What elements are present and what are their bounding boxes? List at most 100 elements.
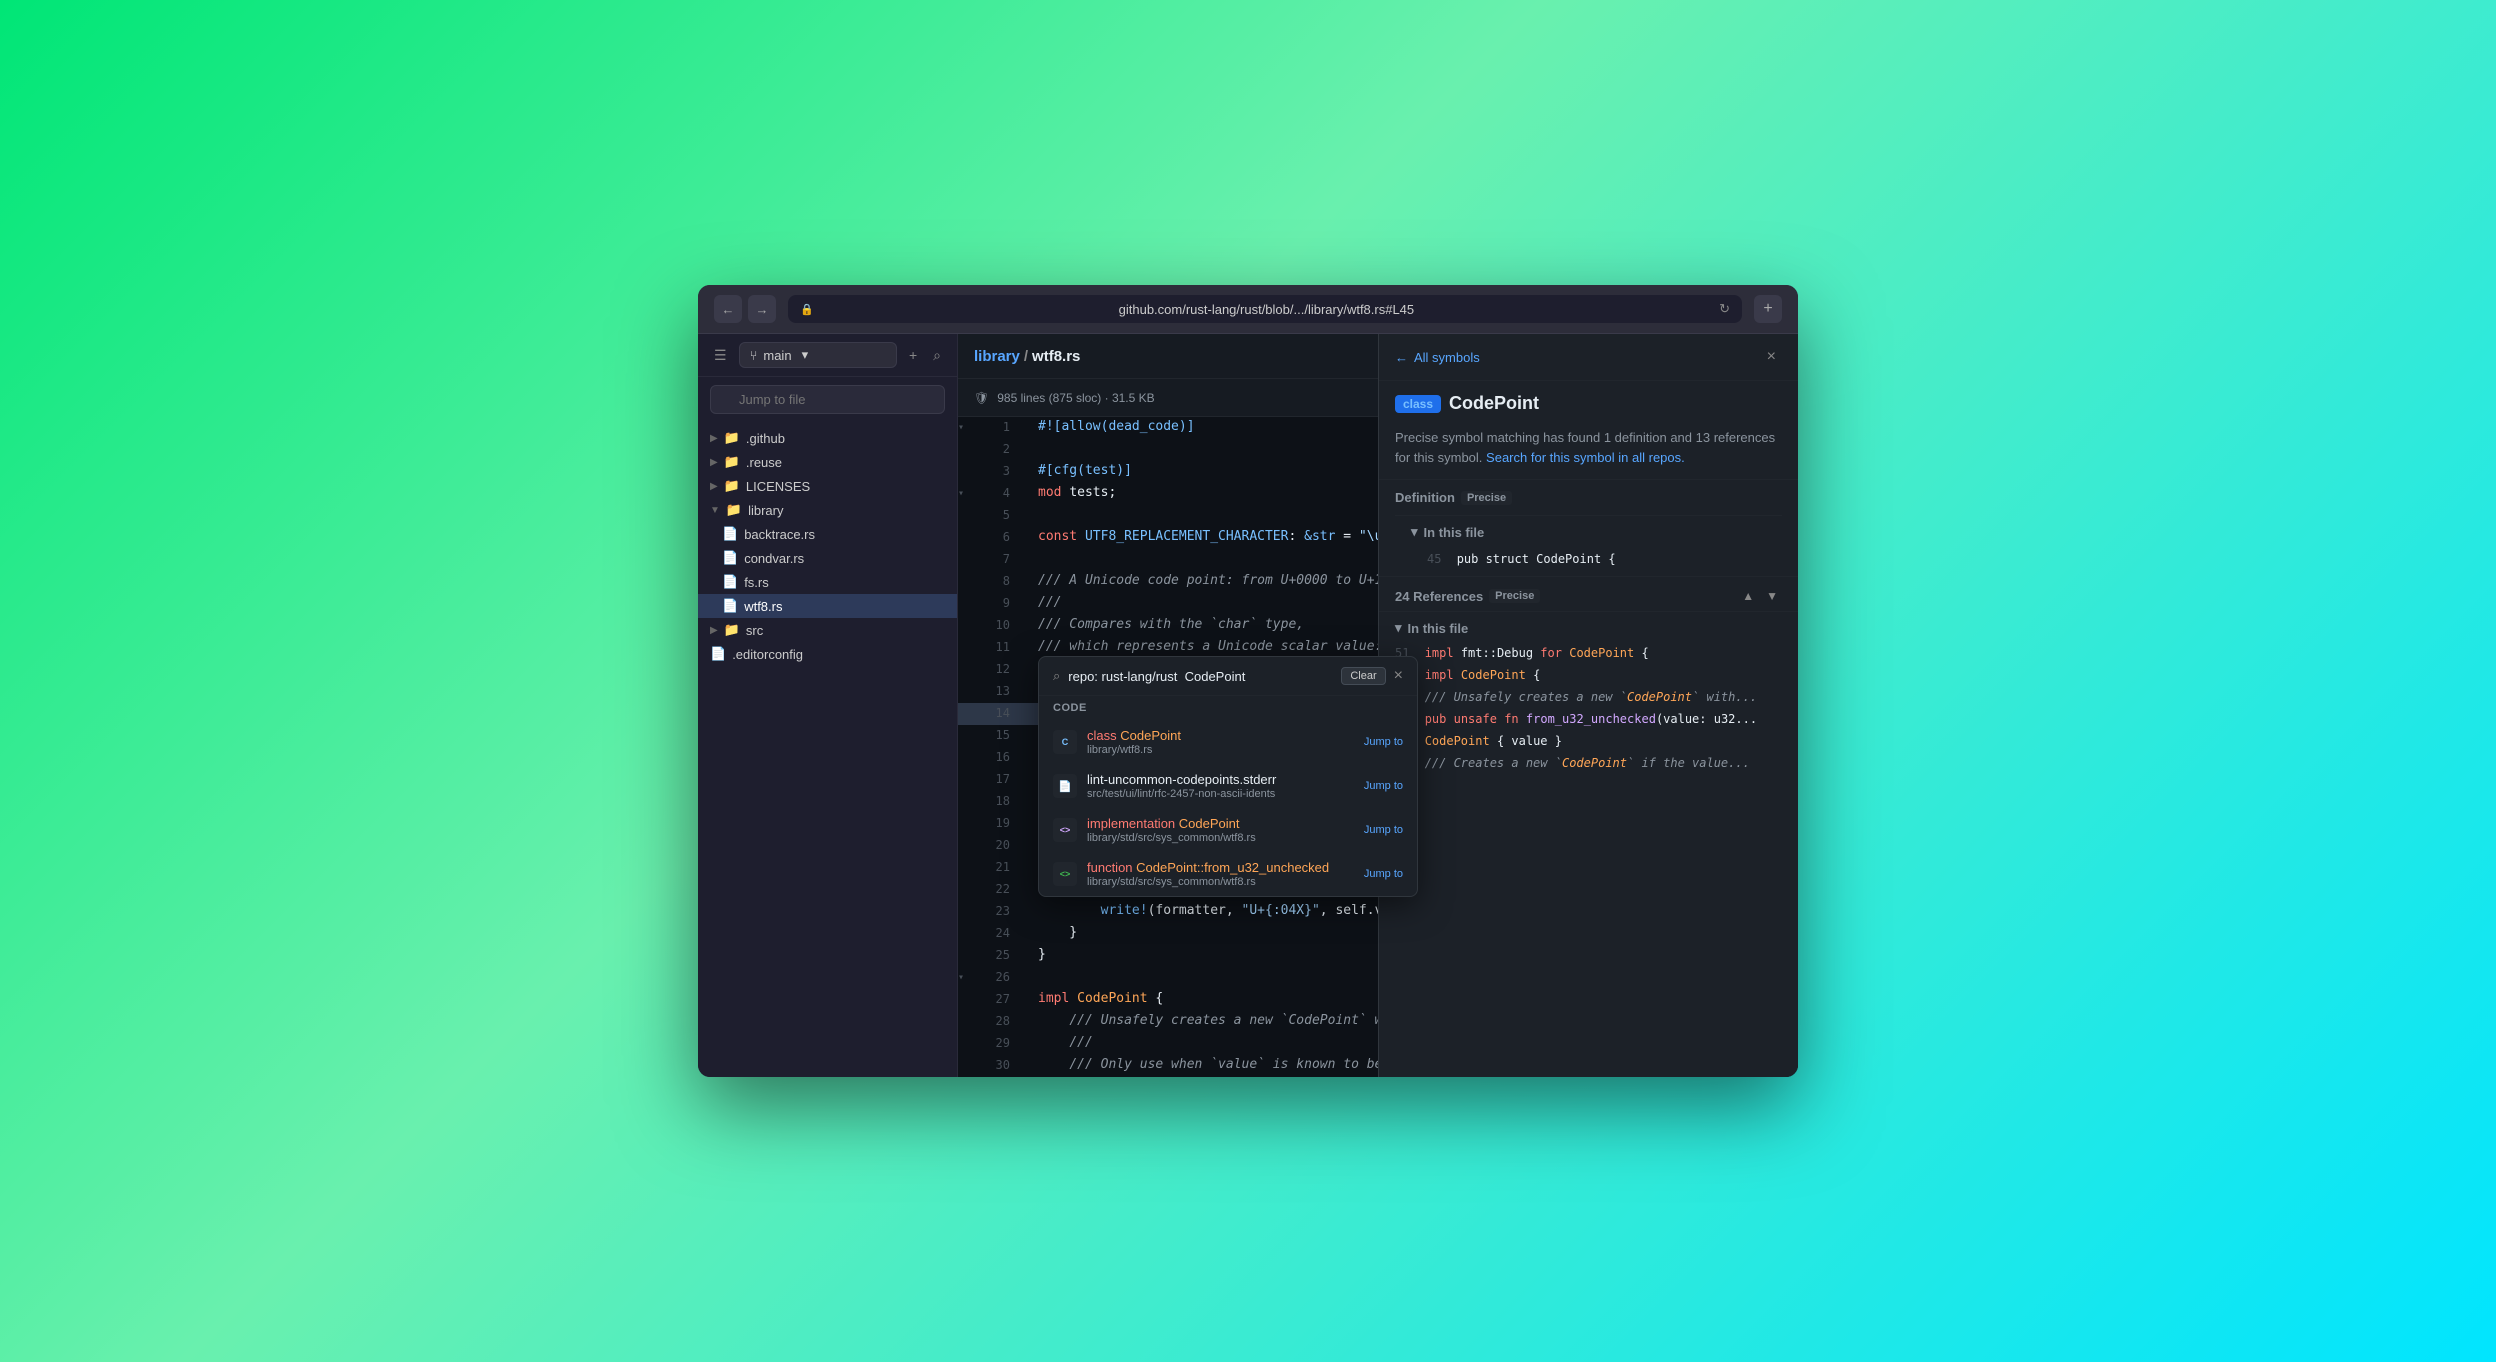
- tree-item-src[interactable]: ▶ 📁 src: [698, 618, 957, 642]
- search-overlay-input[interactable]: [1068, 669, 1333, 684]
- fold-placeholder: [958, 549, 974, 552]
- sidebar-toggle-button[interactable]: ☰: [710, 343, 731, 368]
- fold-placeholder: [958, 813, 974, 816]
- chevron-down-icon: ▾: [1395, 620, 1402, 636]
- result-keyword: function: [1087, 860, 1133, 875]
- search-overlay-close-button[interactable]: ×: [1394, 667, 1403, 685]
- tree-item-label: condvar.rs: [744, 551, 804, 566]
- refs-precise-badge: Precise: [1489, 589, 1540, 603]
- line-number: 5: [974, 505, 1022, 525]
- line-number: 28: [974, 1011, 1022, 1031]
- fold-button[interactable]: ▾: [958, 967, 974, 986]
- reload-icon: ↻: [1719, 301, 1730, 317]
- forward-button[interactable]: →: [748, 295, 776, 323]
- ref-item[interactable]: 58 impl CodePoint {: [1379, 664, 1798, 686]
- file-tree-sidebar: ☰ ⑂ main ▾ + ⌕ ▶ 📁 .github: [698, 334, 958, 1077]
- line-number: 1: [974, 417, 1022, 437]
- result-path: library/std/src/sys_common/wtf8.rs: [1087, 876, 1354, 888]
- ref-code-snippet: /// Unsafely creates a new `CodePoint` w…: [1425, 690, 1757, 704]
- class-icon: C: [1062, 737, 1069, 747]
- tree-item-library[interactable]: ▼ 📁 library: [698, 498, 957, 522]
- result-info: function CodePoint::from_u32_unchecked l…: [1087, 860, 1354, 888]
- nav-buttons: ← →: [714, 295, 776, 323]
- refs-in-this-file: ▾ In this file: [1379, 611, 1798, 642]
- branch-selector[interactable]: ⑂ main ▾: [739, 342, 897, 368]
- tree-item-label: library: [748, 503, 783, 518]
- file-icon: 📄: [710, 646, 726, 662]
- fold-placeholder: [958, 461, 974, 464]
- jump-to-button[interactable]: Jump to: [1364, 824, 1403, 836]
- result-keyword: class: [1087, 728, 1117, 743]
- symbol-search-link[interactable]: Search for this symbol in all repos.: [1486, 450, 1685, 465]
- fold-button[interactable]: ▾: [958, 483, 974, 502]
- refs-collapse-button[interactable]: ▲: [1738, 587, 1758, 605]
- all-symbols-back-button[interactable]: ← All symbols: [1395, 350, 1480, 365]
- line-number: 21: [974, 857, 1022, 877]
- branch-name: main: [763, 348, 791, 363]
- jump-to-button[interactable]: Jump to: [1364, 868, 1403, 880]
- definition-label: Definition: [1395, 490, 1455, 505]
- line-number: 12: [974, 659, 1022, 679]
- line-number: 20: [974, 835, 1022, 855]
- line-number: 6: [974, 527, 1022, 547]
- ref-item[interactable]: 64 CodePoint { value }: [1379, 730, 1798, 752]
- line-number: 24: [974, 923, 1022, 943]
- jump-to-file-input[interactable]: [710, 385, 945, 414]
- result-keyword: implementation: [1087, 816, 1175, 831]
- tree-item-label: backtrace.rs: [744, 527, 815, 542]
- jump-to-button[interactable]: Jump to: [1364, 736, 1403, 748]
- jump-to-button[interactable]: Jump to: [1364, 780, 1403, 792]
- tree-item-wtf8[interactable]: 📄 wtf8.rs: [698, 594, 957, 618]
- breadcrumb-library[interactable]: library: [974, 348, 1020, 365]
- tree-item-condvar[interactable]: 📄 condvar.rs: [698, 546, 957, 570]
- fold-placeholder: [958, 857, 974, 860]
- ref-code-snippet: pub unsafe fn from_u32_unchecked(value: …: [1425, 712, 1757, 726]
- symbol-panel-close-button[interactable]: ×: [1761, 346, 1782, 368]
- search-result-item[interactable]: <> function CodePoint::from_u32_unchecke…: [1039, 852, 1417, 896]
- breadcrumb-separator: /: [1024, 348, 1028, 365]
- result-info: lint-uncommon-codepoints.stderr src/test…: [1087, 772, 1354, 800]
- ref-item[interactable]: 63 pub unsafe fn from_u32_unchecked(valu…: [1379, 708, 1798, 730]
- fn-icon: <>: [1060, 869, 1071, 879]
- definition-item[interactable]: 45 pub struct CodePoint {: [1411, 546, 1632, 572]
- new-tab-button[interactable]: +: [1754, 295, 1782, 323]
- fold-placeholder: [958, 615, 974, 618]
- tree-item-label: fs.rs: [744, 575, 769, 590]
- definition-section-content: ▾ In this file 45 pub struct CodePoint {: [1379, 511, 1798, 576]
- code-area: library / wtf8.rs ✓ m mona committed 13 …: [958, 334, 1798, 1077]
- refs-expand-button[interactable]: ▼: [1762, 587, 1782, 605]
- tree-item-licenses[interactable]: ▶ 📁 LICENSES: [698, 474, 957, 498]
- search-result-item[interactable]: <> implementation CodePoint library/std/…: [1039, 808, 1417, 852]
- chevron-right-icon: ▶: [710, 481, 718, 492]
- ref-item[interactable]: 59 /// Unsafely creates a new `CodePoint…: [1379, 686, 1798, 708]
- line-number: 8: [974, 571, 1022, 591]
- tree-item-github[interactable]: ▶ 📁 .github: [698, 426, 957, 450]
- clear-search-button[interactable]: Clear: [1341, 667, 1385, 685]
- tree-item-editorconfig[interactable]: 📄 .editorconfig: [698, 642, 957, 666]
- folder-icon: 📁: [724, 454, 740, 470]
- line-number: 9: [974, 593, 1022, 613]
- line-number: 26: [974, 967, 1022, 987]
- result-name: class CodePoint: [1087, 728, 1354, 743]
- file-result-icon: 📄: [1058, 780, 1072, 793]
- search-result-item[interactable]: C class CodePoint library/wtf8.rs Jump t…: [1039, 720, 1417, 764]
- fold-placeholder: [958, 439, 974, 442]
- line-number: 23: [974, 901, 1022, 921]
- ref-item[interactable]: 67 /// Creates a new `CodePoint` if the …: [1379, 752, 1798, 774]
- fold-placeholder: [958, 923, 974, 926]
- ref-item[interactable]: 51 impl fmt::Debug for CodePoint {: [1379, 642, 1798, 664]
- fold-placeholder: [958, 1011, 974, 1014]
- tree-item-backtrace[interactable]: 📄 backtrace.rs: [698, 522, 957, 546]
- back-button[interactable]: ←: [714, 295, 742, 323]
- fold-placeholder: [958, 791, 974, 794]
- fold-button[interactable]: ▾: [958, 417, 974, 436]
- add-file-button[interactable]: +: [905, 343, 921, 367]
- address-bar[interactable]: 🔒 github.com/rust-lang/rust/blob/.../lib…: [788, 295, 1742, 323]
- tree-item-fs[interactable]: 📄 fs.rs: [698, 570, 957, 594]
- search-result-item[interactable]: 📄 lint-uncommon-codepoints.stderr src/te…: [1039, 764, 1417, 808]
- tree-item-reuse[interactable]: ▶ 📁 .reuse: [698, 450, 957, 474]
- symbol-panel-header: ← All symbols ×: [1379, 334, 1798, 381]
- search-files-button[interactable]: ⌕: [929, 343, 945, 368]
- tree-item-label: wtf8.rs: [744, 599, 782, 614]
- lock-icon: 🔒: [800, 303, 814, 316]
